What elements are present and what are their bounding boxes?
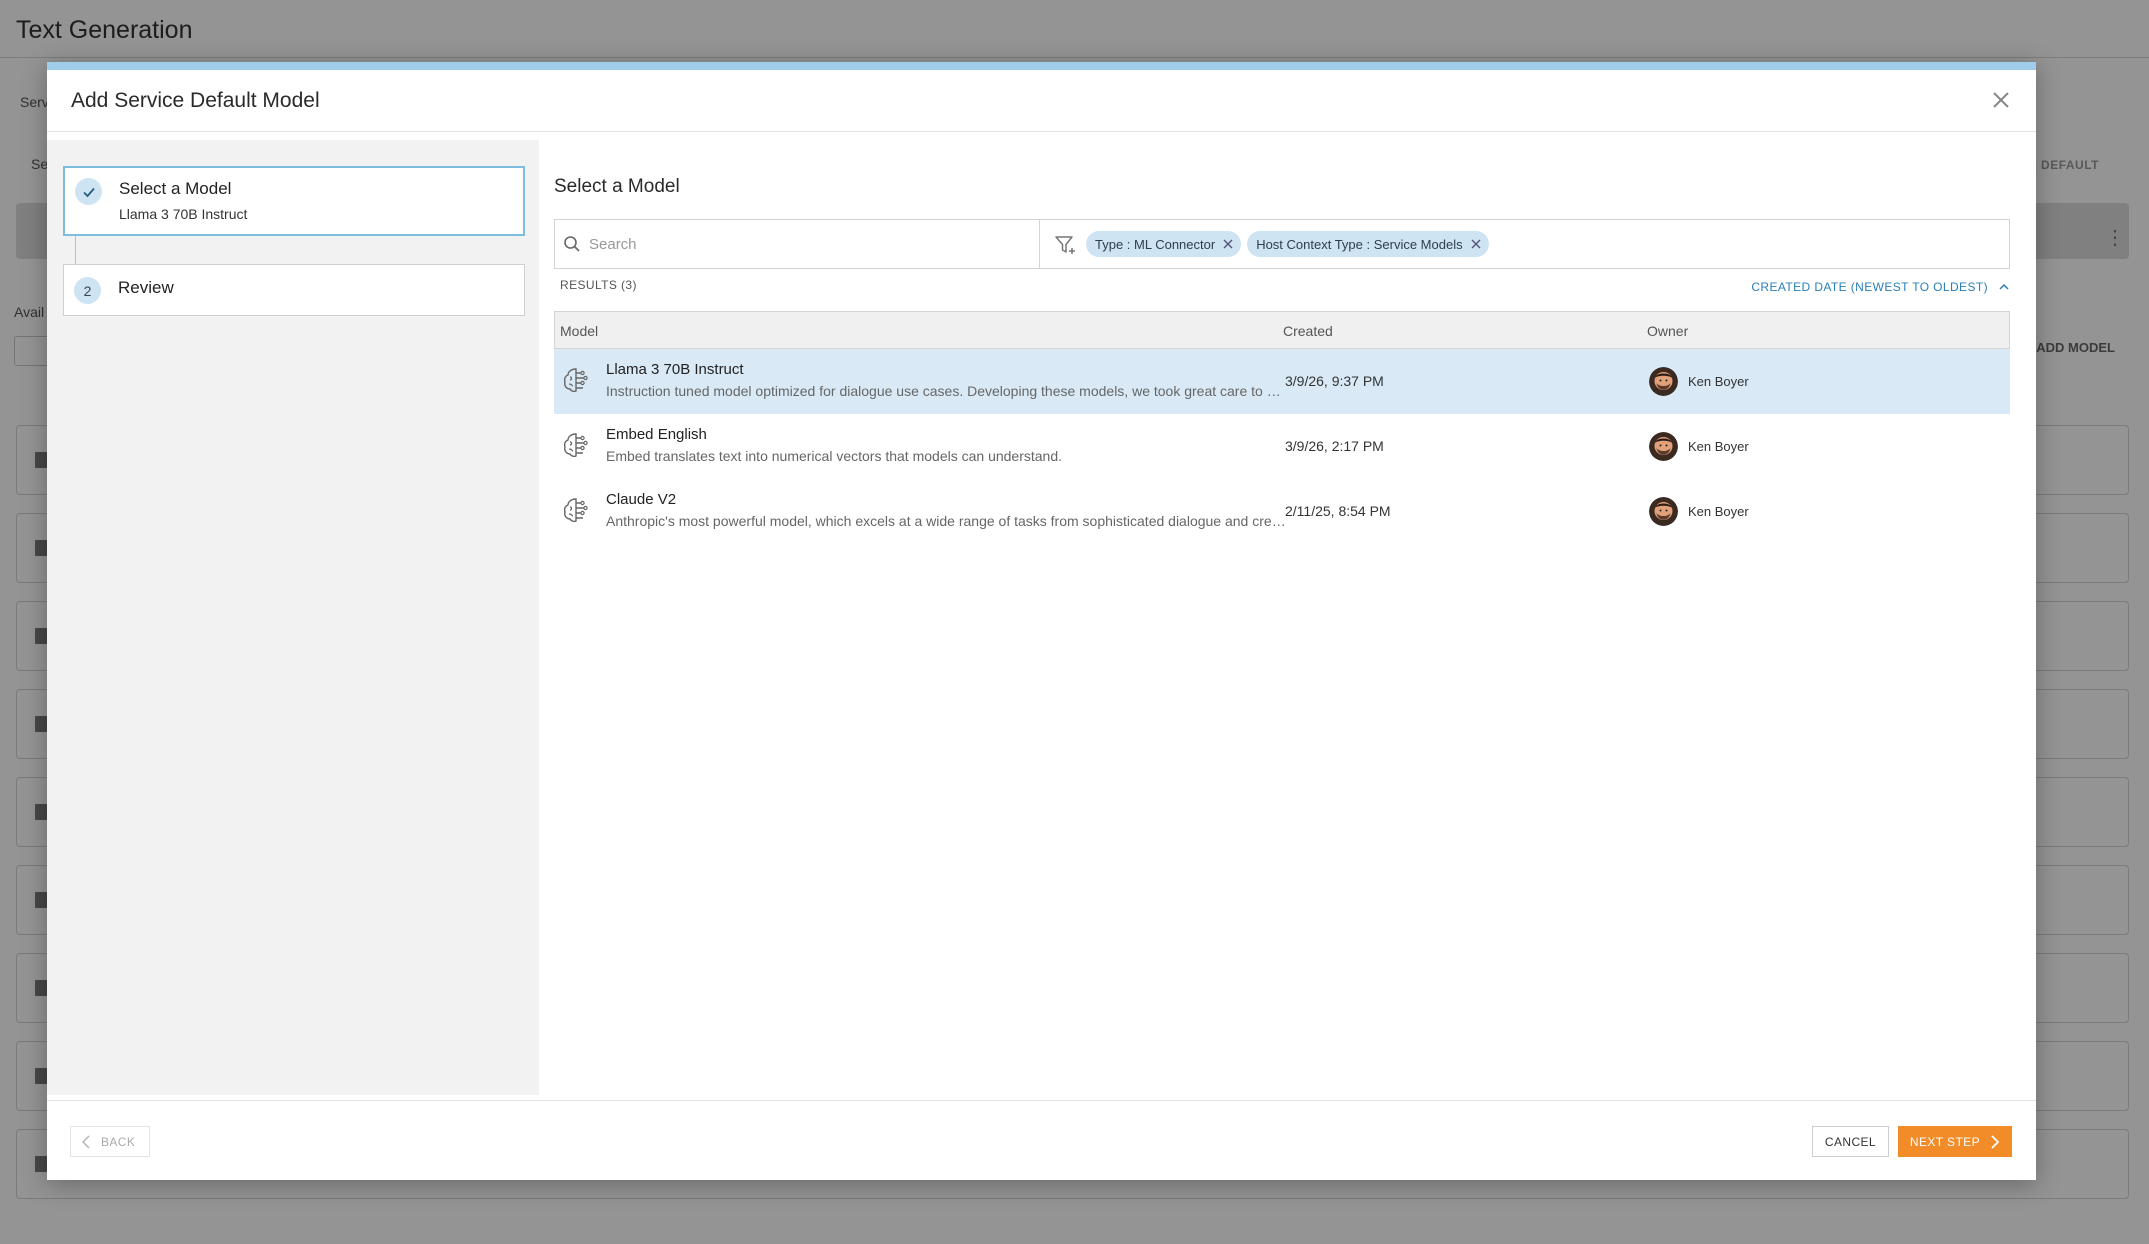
sort-label: CREATED DATE (NEWEST TO OLDEST)	[1751, 280, 1988, 294]
wizard-steps-pane: Select a Model Llama 3 70B Instruct 2 Re…	[47, 140, 539, 1095]
step-select-model[interactable]: Select a Model Llama 3 70B Instruct	[63, 166, 525, 236]
owner-cell: Ken Boyer	[1649, 367, 1749, 396]
model-description: Anthropic's most powerful model, which e…	[606, 513, 1286, 529]
model-name: Claude V2	[606, 491, 677, 508]
model-description: Instruction tuned model optimized for di…	[606, 383, 1286, 399]
table-header: Model Created Owner	[554, 311, 2010, 349]
search-input[interactable]	[589, 235, 1009, 253]
avatar	[1649, 497, 1678, 526]
step-connector	[75, 236, 76, 264]
filter-chip-host-context[interactable]: Host Context Type : Service Models	[1247, 231, 1489, 257]
modal-title: Add Service Default Model	[71, 88, 320, 112]
remove-filter-icon[interactable]	[1221, 237, 1235, 251]
created-date: 3/9/26, 2:17 PM	[1285, 438, 1384, 454]
next-step-button[interactable]: NEXT STEP	[1897, 1126, 2012, 1157]
section-title: Select a Model	[554, 176, 680, 197]
model-name: Llama 3 70B Instruct	[606, 361, 744, 378]
results-count: RESULTS (3)	[560, 278, 637, 292]
cancel-button[interactable]: CANCEL	[1811, 1126, 1889, 1157]
model-selection-pane: Select a Model Type : ML Connect	[539, 140, 2036, 1103]
owner-cell: Ken Boyer	[1649, 497, 1749, 526]
model-name: Embed English	[606, 426, 707, 443]
owner-name: Ken Boyer	[1688, 439, 1749, 454]
close-icon[interactable]	[1988, 87, 2014, 113]
chevron-right-icon	[1991, 1134, 2000, 1149]
filter-chip-label: Type : ML Connector	[1095, 236, 1216, 252]
add-service-default-model-dialog: Add Service Default Model Select a Model…	[47, 62, 2036, 1180]
back-button[interactable]: BACK	[70, 1126, 151, 1157]
sort-button[interactable]: CREATED DATE (NEWEST TO OLDEST)	[1751, 280, 2010, 294]
filter-add-icon[interactable]	[1053, 233, 1077, 257]
avatar	[1649, 432, 1678, 461]
brain-circuit-icon	[563, 433, 588, 458]
column-header-model[interactable]: Model	[560, 323, 598, 339]
step-number: 2	[74, 277, 101, 304]
step-title: Select a Model	[119, 179, 232, 198]
avatar	[1649, 367, 1678, 396]
brain-circuit-icon	[563, 498, 588, 523]
remove-filter-icon[interactable]	[1469, 237, 1483, 251]
search-box	[555, 220, 1040, 268]
created-date: 3/9/26, 9:37 PM	[1285, 373, 1384, 389]
table-row[interactable]: Embed English Embed translates text into…	[554, 414, 2010, 479]
modal-footer: BACK CANCEL NEXT STEP	[47, 1100, 2036, 1180]
next-label: NEXT STEP	[1909, 1134, 1980, 1149]
owner-name: Ken Boyer	[1688, 504, 1749, 519]
created-date: 2/11/25, 8:54 PM	[1285, 503, 1391, 519]
models-table: Model Created Owner Llama 3 70B Instruct	[554, 311, 2010, 544]
chevron-up-icon	[1999, 283, 2009, 290]
step-title: Review	[118, 278, 174, 297]
table-row[interactable]: Llama 3 70B Instruct Instruction tuned m…	[554, 349, 2010, 414]
modal-header: Add Service Default Model	[47, 70, 2036, 132]
search-icon	[564, 236, 580, 252]
chevron-left-icon	[81, 1134, 90, 1149]
step-review[interactable]: 2 Review	[63, 264, 525, 316]
column-header-owner[interactable]: Owner	[1647, 323, 1688, 339]
model-description: Embed translates text into numerical vec…	[606, 448, 1063, 464]
filter-chip-type[interactable]: Type : ML Connector	[1086, 231, 1242, 257]
column-header-created[interactable]: Created	[1283, 323, 1333, 339]
check-icon	[75, 178, 102, 205]
owner-name: Ken Boyer	[1688, 374, 1749, 389]
filter-chips: Type : ML Connector Host Context Type : …	[1086, 231, 1489, 257]
back-label: BACK	[101, 1134, 136, 1149]
brain-circuit-icon	[563, 368, 588, 393]
filter-chip-label: Host Context Type : Service Models	[1256, 236, 1463, 252]
search-filter-bar: Type : ML Connector Host Context Type : …	[554, 219, 2010, 269]
modal-body: Select a Model Llama 3 70B Instruct 2 Re…	[47, 140, 2036, 1103]
step-subtitle: Llama 3 70B Instruct	[119, 206, 248, 222]
table-row[interactable]: Claude V2 Anthropic's most powerful mode…	[554, 479, 2010, 544]
owner-cell: Ken Boyer	[1649, 432, 1749, 461]
